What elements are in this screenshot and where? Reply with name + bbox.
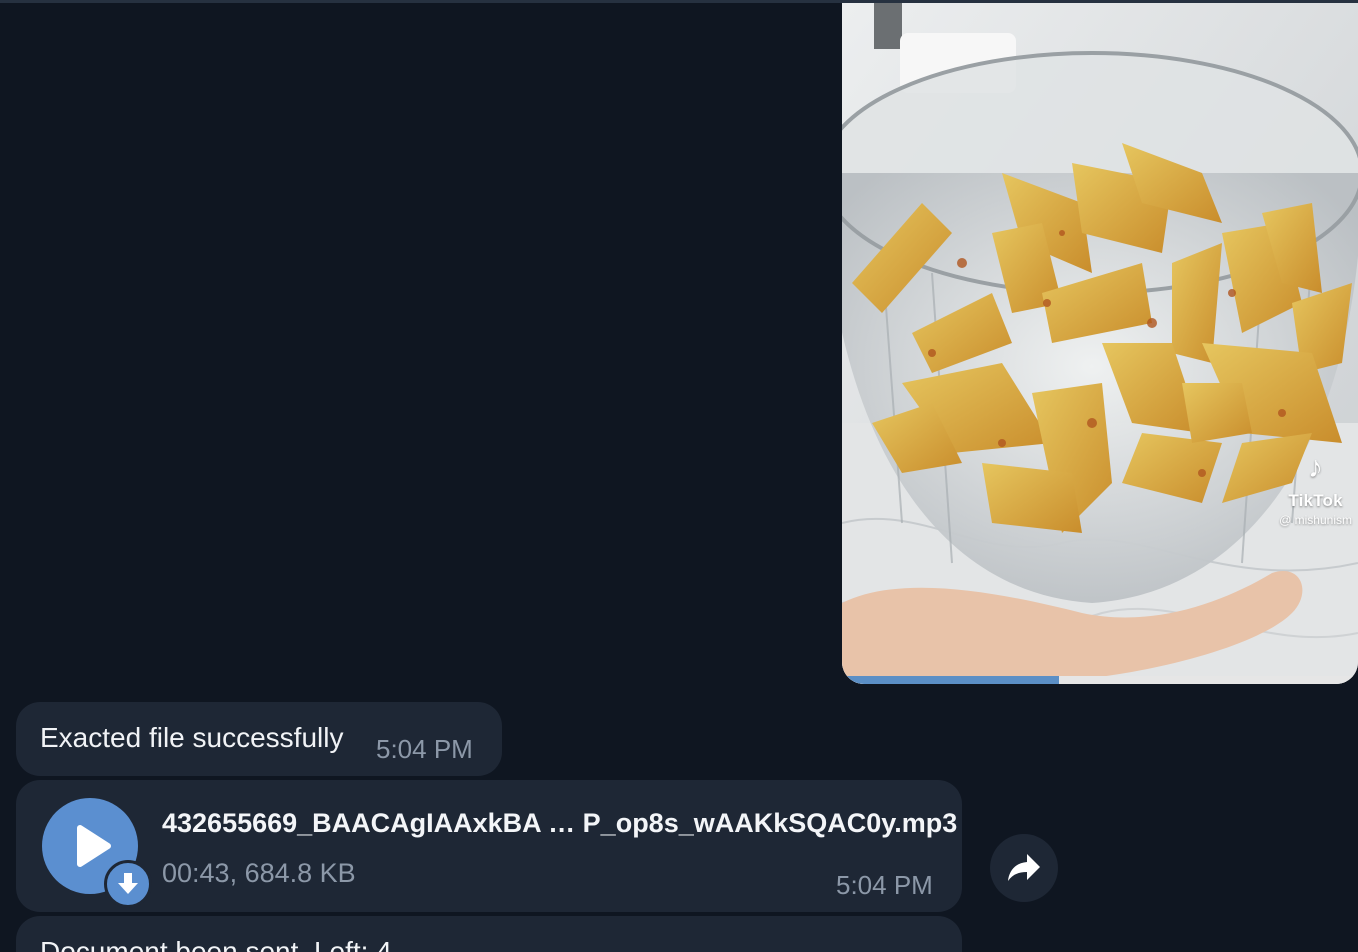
message-time: 5:04 PM: [376, 734, 473, 764]
file-name[interactable]: 432655669_BAACAgIAAxkBA … P_op8s_wAAKkSQ…: [162, 808, 957, 839]
tiktok-watermark: ♪ TikTok @ mishunism: [1279, 451, 1352, 528]
message-text: Document been sent. Left: 4: [40, 936, 392, 952]
video-progress-bar[interactable]: [842, 676, 1358, 684]
download-arrow-icon: [118, 873, 138, 894]
forward-button[interactable]: [990, 834, 1058, 902]
file-meta: 00:43, 684.8 KB: [162, 858, 356, 888]
video-frame: [842, 3, 1358, 684]
forward-arrow-icon: [1008, 854, 1040, 881]
download-button[interactable]: [104, 860, 152, 908]
message-text: Exacted file successfully: [40, 722, 344, 753]
video-progress-fill: [842, 676, 1059, 684]
tiktok-handle-label: @ mishunism: [1279, 513, 1352, 527]
audio-file-message: 432655669_BAACAgIAAxkBA … P_op8s_wAAKkSQ…: [16, 780, 962, 912]
message-time: 5:04 PM: [836, 870, 933, 900]
text-message: Document been sent. Left: 4: [16, 916, 962, 952]
chat-history: ♪ TikTok @ mishunism Exacted file succes…: [0, 0, 1358, 952]
tiktok-logo-icon: ♪: [1308, 451, 1324, 484]
tiktok-brand-label: TikTok: [1288, 491, 1343, 510]
text-message: Exacted file successfully 5:04 PM: [16, 702, 502, 776]
video-message[interactable]: ♪ TikTok @ mishunism: [842, 3, 1358, 684]
